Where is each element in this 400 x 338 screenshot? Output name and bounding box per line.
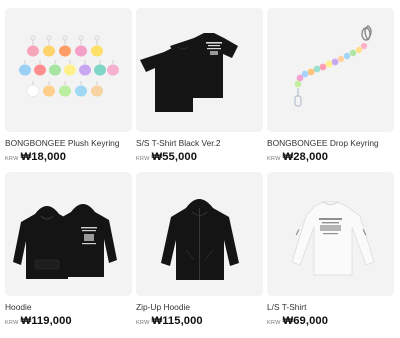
product-price: KRW ₩28,000 [267,151,394,163]
product-image[interactable] [267,172,394,296]
product-image[interactable] [136,8,263,132]
product-image[interactable] [5,8,132,132]
product-card[interactable]: L/S T-Shirt KRW ₩69,000 [267,172,394,336]
product-image[interactable] [5,172,132,296]
product-name[interactable]: S/S T-Shirt Black Ver.2 [136,138,263,148]
price-amount: ₩69,000 [282,315,329,327]
product-card[interactable]: S/S T-Shirt Black Ver.2 KRW ₩55,000 [136,8,263,172]
black-tshirt-image [140,33,238,112]
bead-keyring-image [294,25,372,107]
price-amount: ₩18,000 [20,151,67,163]
product-price: KRW ₩119,000 [5,315,132,327]
product-price: KRW ₩69,000 [267,315,394,327]
product-grid: BONGBONGEE Plush Keyring KRW ₩18,000 S/S… [5,8,397,336]
currency-code: KRW [267,320,281,326]
white-longsleeve-image [291,201,375,276]
currency-code: KRW [267,156,281,162]
product-name[interactable]: Zip-Up Hoodie [136,302,263,312]
product-card[interactable]: Zip-Up Hoodie KRW ₩115,000 [136,172,263,336]
product-image[interactable] [136,172,263,296]
black-hoodie-image [13,204,117,279]
product-card[interactable]: BONGBONGEE Plush Keyring KRW ₩18,000 [5,8,132,172]
product-price: KRW ₩18,000 [5,151,132,163]
currency-code: KRW [5,156,19,162]
product-name[interactable]: L/S T-Shirt [267,302,394,312]
product-name[interactable]: BONGBONGEE Plush Keyring [5,138,132,148]
product-price: KRW ₩55,000 [136,151,263,163]
price-amount: ₩55,000 [151,151,198,163]
product-name[interactable]: BONGBONGEE Drop Keyring [267,138,394,148]
zip-up-hoodie-image [161,199,239,280]
currency-code: KRW [5,320,19,326]
price-amount: ₩28,000 [282,151,329,163]
currency-code: KRW [136,320,150,326]
plush-keyrings-image [19,35,119,97]
price-amount: ₩115,000 [151,315,203,327]
currency-code: KRW [136,156,150,162]
product-card[interactable]: BONGBONGEE Drop Keyring KRW ₩28,000 [267,8,394,172]
product-image[interactable] [267,8,394,132]
product-name[interactable]: Hoodie [5,302,132,312]
product-price: KRW ₩115,000 [136,315,263,327]
product-card[interactable]: Hoodie KRW ₩119,000 [5,172,132,336]
price-amount: ₩119,000 [20,315,72,327]
